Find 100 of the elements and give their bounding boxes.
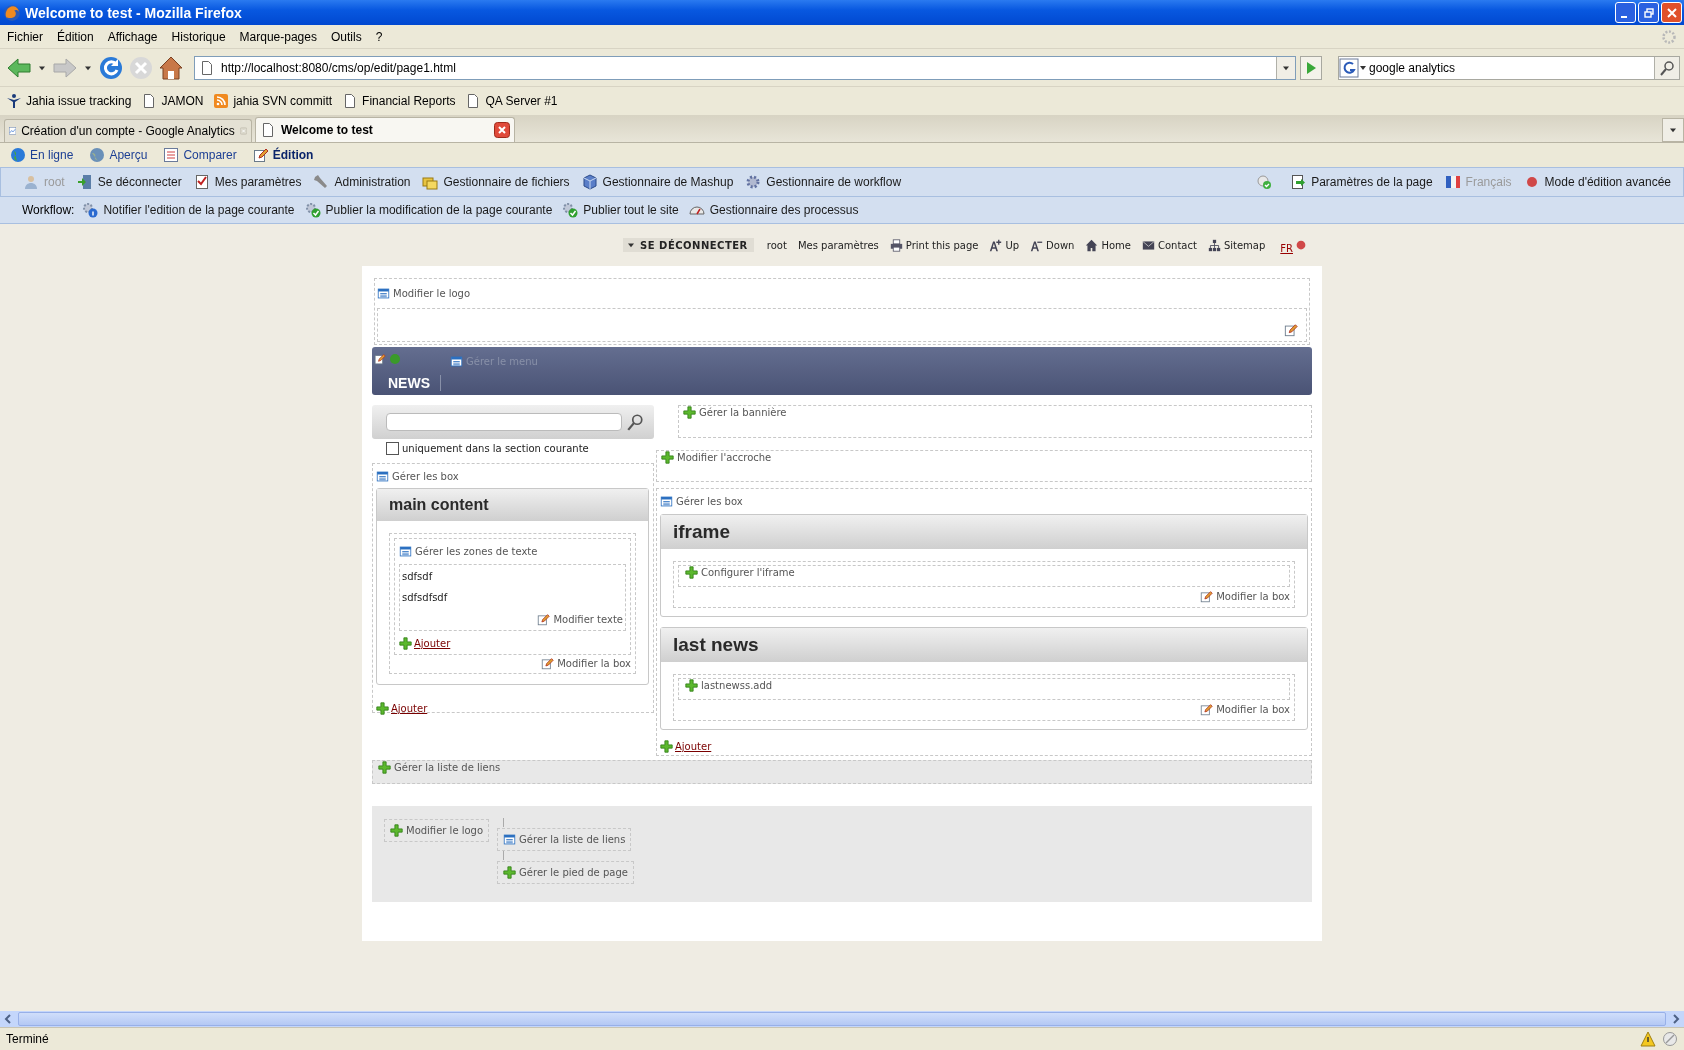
tab-list-button[interactable] (1662, 118, 1684, 142)
wrench-icon (313, 174, 330, 190)
toolbar-button[interactable]: Se déconnecter (76, 174, 182, 190)
blocked-icon[interactable] (1662, 1031, 1678, 1047)
logout-dropdown[interactable]: SE DÉCONNECTER (623, 238, 754, 252)
search-field[interactable]: google analytics (1338, 55, 1680, 80)
action-link[interactable]: lastnewss.add (685, 679, 773, 692)
text-paragraph: sdfsdfsdf (402, 592, 449, 603)
toolbar-button[interactable]: Paramètres de la page (1290, 174, 1433, 190)
action-link[interactable]: Gérer le pied de page (497, 861, 634, 884)
toolbar-button[interactable]: Administration (313, 174, 411, 190)
action-link[interactable]: Modifier la box (541, 657, 631, 670)
action-link[interactable]: Gérer la liste de liens (497, 828, 632, 851)
action-link[interactable]: Modifier la box (1200, 590, 1290, 603)
back-button[interactable] (6, 55, 32, 80)
url-text: http://localhost:8080/cms/op/edit/page1.html (221, 60, 457, 75)
toolbar-button[interactable]: Mode d'édition avancée (1523, 174, 1671, 190)
font-size-up-icon (989, 238, 1003, 252)
menu-item[interactable]: Historique (165, 29, 234, 44)
plus-icon (390, 824, 403, 837)
action-link[interactable]: Gérer les zones de texte (399, 545, 538, 558)
nav-menu-item[interactable]: NEWS (388, 375, 441, 391)
printer-icon (889, 238, 903, 252)
toolbar-button[interactable]: Publier la modification de la page courante (304, 202, 553, 218)
browser-tab[interactable]: Welcome to test (255, 117, 515, 142)
search-engine-icon (1339, 57, 1367, 78)
toolbar-button[interactable]: Gestionnaire de Mashup (581, 174, 734, 190)
toolbar-button[interactable]: Gestionnaire de fichiers (422, 174, 570, 190)
mode-tab[interactable]: Aperçu (89, 147, 148, 163)
search-button[interactable] (1654, 56, 1679, 79)
nav-link[interactable]: root (766, 239, 787, 251)
bookmark-link[interactable]: Jahia issue tracking (6, 93, 132, 109)
nav-link[interactable]: Up (989, 238, 1020, 252)
restore-button[interactable] (1638, 2, 1659, 23)
address-field[interactable]: http://localhost:8080/cms/op/edit/page1.html (194, 55, 1296, 80)
checkbox[interactable] (386, 442, 399, 455)
action-link[interactable]: Modifier le logo (384, 819, 490, 842)
mode-tab[interactable]: Comparer (163, 147, 237, 163)
close-button[interactable] (1661, 2, 1682, 23)
language-link[interactable]: FR (1280, 242, 1293, 254)
nav-link[interactable]: Home (1085, 238, 1131, 252)
flag-icon (1444, 174, 1461, 190)
bookmark-link[interactable]: jahia SVN committ (213, 93, 333, 109)
toolbar-button[interactable]: Gestionnaire des processus (688, 202, 859, 218)
menu-item[interactable]: Édition (51, 29, 102, 44)
action-link[interactable]: Modifier l'accroche (661, 451, 772, 464)
minimize-button[interactable] (1615, 2, 1636, 23)
user-icon (23, 174, 39, 190)
feed-icon (213, 93, 230, 109)
menu-item[interactable]: Outils (324, 29, 370, 44)
envelope-icon (1141, 238, 1155, 252)
go-button[interactable] (1300, 55, 1322, 80)
toolbar-button[interactable]: Gestionnaire de workflow (745, 174, 902, 190)
mode-tab[interactable]: En ligne (10, 147, 74, 163)
edit-icon (374, 352, 386, 365)
warning-icon[interactable] (1640, 1031, 1656, 1047)
menu-item[interactable]: Fichier (1, 29, 51, 44)
action-link[interactable]: Gérer la liste de liens (378, 761, 501, 774)
bookmark-link[interactable]: JAMON (141, 93, 204, 109)
nav-link[interactable]: Print this page (889, 238, 979, 252)
action-link[interactable]: Modifier la box (1200, 703, 1290, 716)
action-link[interactable]: Gérer les box (376, 470, 459, 483)
menu-item[interactable]: ? (369, 29, 391, 44)
checklist-icon (193, 174, 210, 190)
action-link[interactable]: Gérer les box (660, 495, 743, 508)
close-tab-icon[interactable] (494, 122, 510, 138)
action-link[interactable]: Modifier le logo (377, 287, 471, 300)
nav-link[interactable]: Contact (1141, 238, 1197, 252)
search-input[interactable] (386, 413, 622, 431)
validate-icon[interactable] (1256, 174, 1273, 190)
nav-link[interactable]: Sitemap (1207, 238, 1266, 252)
nav-link[interactable]: Mes paramètres (797, 239, 879, 251)
check-icon (304, 202, 321, 218)
bookmark-link[interactable]: Financial Reports (342, 93, 456, 109)
reload-button[interactable] (98, 54, 124, 81)
action-link[interactable]: Configurer l'iframe (685, 566, 795, 579)
action-link[interactable]: Modifier texte (537, 613, 623, 626)
mode-tab[interactable]: Édition (252, 147, 314, 163)
loading-icon (1661, 28, 1677, 45)
nav-link[interactable]: Down (1030, 238, 1075, 252)
plus-icon (660, 740, 673, 753)
folder-icon (422, 174, 439, 190)
add-link[interactable]: Ajouter (660, 740, 712, 753)
gear-icon (745, 174, 762, 190)
browser-tab[interactable]: Création d'un compte - Google Analytics (4, 119, 252, 142)
bookmark-link[interactable]: QA Server #1 (465, 93, 558, 109)
plus-icon (685, 679, 698, 692)
edit-icon (537, 613, 551, 626)
action-link[interactable]: Gérer la bannière (683, 406, 787, 419)
history-dropdown[interactable] (1276, 56, 1295, 79)
toolbar-button[interactable]: Publier tout le site (562, 202, 679, 218)
toolbar-button[interactable]: Mes paramètres (193, 174, 302, 190)
menu-item[interactable]: Marque-pages (233, 29, 325, 44)
add-link[interactable]: Ajouter (399, 637, 451, 650)
add-link[interactable]: Ajouter (376, 702, 428, 715)
home-button[interactable] (158, 54, 184, 81)
plus-icon (376, 702, 389, 715)
toolbar-button[interactable]: Notifier l'edition de la page courante (82, 202, 295, 218)
menu-item[interactable]: Affichage (101, 29, 166, 44)
list-icon (377, 287, 390, 300)
